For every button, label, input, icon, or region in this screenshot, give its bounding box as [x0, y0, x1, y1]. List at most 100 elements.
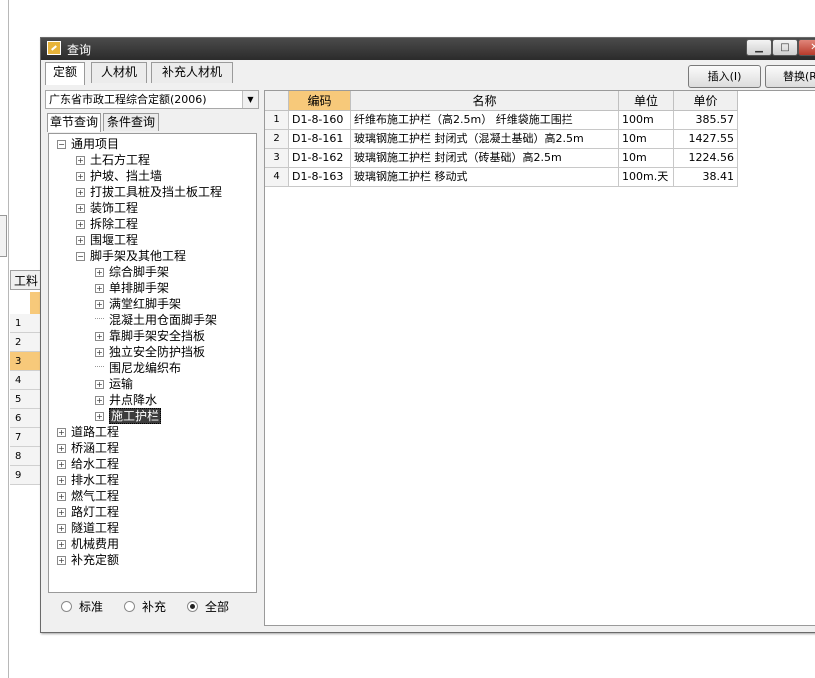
expand-icon[interactable]: + — [57, 460, 66, 469]
background-scroll-handle[interactable] — [0, 215, 7, 257]
expand-icon[interactable]: + — [95, 380, 104, 389]
tree-node-label: 围堰工程 — [90, 233, 139, 247]
expand-icon[interactable]: + — [95, 300, 104, 309]
expand-icon[interactable]: + — [95, 268, 104, 277]
cell-price[interactable]: 385.57 — [674, 111, 738, 130]
radio-all[interactable]: 全部 — [187, 599, 229, 615]
replace-button[interactable]: 替换(R) — [765, 65, 815, 88]
tree-node[interactable]: + 路灯工程 — [57, 504, 119, 520]
tree-node[interactable]: + 补充定额 — [57, 552, 119, 568]
expand-icon[interactable]: + — [95, 396, 104, 405]
radio-supplementary[interactable]: 补充 — [124, 599, 166, 615]
cell-name[interactable]: 玻璃钢施工护栏 封闭式（混凝土基础）高2.5m — [351, 130, 619, 149]
tree-node[interactable]: + 拆除工程 — [76, 216, 138, 232]
expand-icon[interactable]: + — [95, 348, 104, 357]
tree-node[interactable]: + 燃气工程 — [57, 488, 119, 504]
tree-node[interactable]: + 给水工程 — [57, 456, 119, 472]
tree-node-label: 通用项目 — [71, 137, 120, 151]
tree-node[interactable]: + 独立安全防护挡板 — [95, 344, 205, 360]
table-header-name[interactable]: 名称 — [351, 91, 619, 111]
tree-node[interactable]: + 打拔工具桩及挡土板工程 — [76, 184, 222, 200]
tab-quota[interactable]: 定额 — [45, 62, 85, 85]
tree-node[interactable]: + 隧道工程 — [57, 520, 119, 536]
expand-icon[interactable]: + — [76, 156, 85, 165]
expand-icon[interactable]: + — [76, 220, 85, 229]
cell-unit[interactable]: 100m — [619, 111, 674, 130]
tree-node-label: 道路工程 — [71, 425, 120, 439]
tree-node[interactable]: + 施工护栏 — [95, 408, 162, 424]
expand-icon[interactable]: + — [76, 188, 85, 197]
expand-icon[interactable]: + — [57, 476, 66, 485]
cell-name[interactable]: 玻璃钢施工护栏 封闭式（砖基础）高2.5m — [351, 149, 619, 168]
cell-unit[interactable]: 10m — [619, 130, 674, 149]
expand-icon[interactable]: + — [95, 332, 104, 341]
expand-icon[interactable]: + — [76, 204, 85, 213]
radio-standard[interactable]: 标准 — [61, 599, 103, 615]
dialog-titlebar[interactable]: 查询 ▁ □ ✕ — [41, 38, 815, 60]
table-header-price[interactable]: 单价 — [674, 91, 738, 111]
chevron-down-icon[interactable]: ▼ — [242, 91, 258, 108]
expand-icon[interactable]: + — [95, 284, 104, 293]
tree-node[interactable]: − 脚手架及其他工程 — [76, 248, 186, 264]
row-number[interactable]: 3 — [265, 149, 289, 168]
tree-node[interactable]: + 运输 — [95, 376, 133, 392]
maximize-button[interactable]: □ — [772, 39, 798, 56]
cell-unit[interactable]: 100m.天 — [619, 168, 674, 187]
cell-code[interactable]: D1-8-162 — [289, 149, 351, 168]
expand-icon[interactable]: + — [76, 236, 85, 245]
insert-button[interactable]: 插入(I) — [688, 65, 761, 88]
tab-chapter-search[interactable]: 章节查询 — [47, 113, 101, 132]
close-button[interactable]: ✕ — [798, 39, 815, 56]
tab-labor-material-machine[interactable]: 人材机 — [91, 62, 147, 83]
cell-name[interactable]: 纤维布施工护栏（高2.5m） 纤维袋施工围拦 — [351, 111, 619, 130]
expand-icon[interactable]: + — [57, 444, 66, 453]
cell-price[interactable]: 38.41 — [674, 168, 738, 187]
tree-node[interactable]: + 排水工程 — [57, 472, 119, 488]
quota-library-select[interactable]: 广东省市政工程综合定额(2006) ▼ — [45, 90, 259, 109]
cell-unit[interactable]: 10m — [619, 149, 674, 168]
expand-icon[interactable]: + — [76, 172, 85, 181]
radio-supplementary-label: 补充 — [142, 600, 167, 614]
row-number[interactable]: 2 — [265, 130, 289, 149]
tree-node[interactable]: + 井点降水 — [95, 392, 157, 408]
tab-condition-search[interactable]: 条件查询 — [103, 113, 159, 131]
collapse-icon[interactable]: − — [76, 252, 85, 261]
collapse-icon[interactable]: − — [57, 140, 66, 149]
tree-node[interactable]: + 护坡、挡土墙 — [76, 168, 162, 184]
tree-node[interactable]: + 满堂红脚手架 — [95, 296, 181, 312]
tree-node[interactable]: + 土石方工程 — [76, 152, 150, 168]
tree-node[interactable]: + 靠脚手架安全挡板 — [95, 328, 205, 344]
cell-code[interactable]: D1-8-163 — [289, 168, 351, 187]
expand-icon[interactable]: + — [95, 412, 104, 421]
tree-node[interactable]: + 装饰工程 — [76, 200, 138, 216]
background-row-number: 8 — [10, 447, 40, 466]
row-number[interactable]: 4 — [265, 168, 289, 187]
cell-price[interactable]: 1224.56 — [674, 149, 738, 168]
row-number[interactable]: 1 — [265, 111, 289, 130]
background-row-number: 3 — [10, 352, 40, 371]
expand-icon[interactable]: + — [57, 524, 66, 533]
tree-node[interactable]: + 道路工程 — [57, 424, 119, 440]
expand-icon[interactable]: + — [57, 556, 66, 565]
tree-node[interactable]: + 桥涵工程 — [57, 440, 119, 456]
expand-icon[interactable]: + — [57, 428, 66, 437]
tree-node[interactable]: + 机械费用 — [57, 536, 119, 552]
tree-node[interactable]: 围尼龙编织布 — [95, 360, 181, 376]
tree-node[interactable]: + 综合脚手架 — [95, 264, 169, 280]
tree-node[interactable]: 混凝土用仓面脚手架 — [95, 312, 217, 328]
tree-node[interactable]: + 围堰工程 — [76, 232, 138, 248]
cell-name[interactable]: 玻璃钢施工护栏 移动式 — [351, 168, 619, 187]
tree-node[interactable]: − 通用项目 — [57, 136, 119, 152]
cell-code[interactable]: D1-8-161 — [289, 130, 351, 149]
expand-icon[interactable]: + — [57, 540, 66, 549]
minimize-button[interactable]: ▁ — [746, 39, 772, 56]
table-header-unit[interactable]: 单位 — [619, 91, 674, 111]
tree-node[interactable]: + 单排脚手架 — [95, 280, 169, 296]
tab-supplementary-lmm[interactable]: 补充人材机 — [151, 62, 233, 83]
expand-icon[interactable]: + — [57, 508, 66, 517]
table-header-code[interactable]: 编码 — [289, 91, 351, 111]
cell-code[interactable]: D1-8-160 — [289, 111, 351, 130]
cell-price[interactable]: 1427.55 — [674, 130, 738, 149]
background-window-border — [8, 0, 9, 678]
expand-icon[interactable]: + — [57, 492, 66, 501]
